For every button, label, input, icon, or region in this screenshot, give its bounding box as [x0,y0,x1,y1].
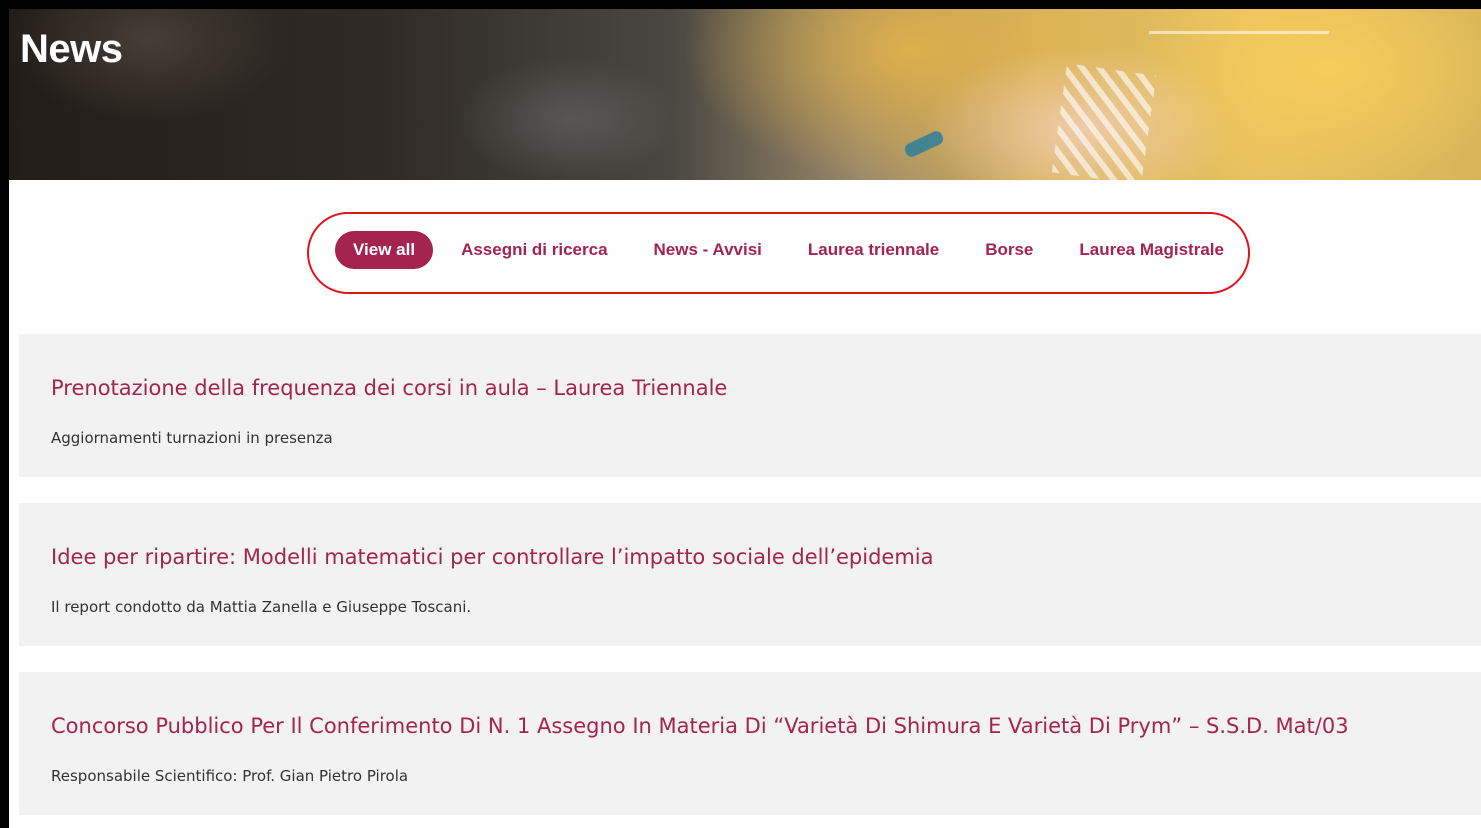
filter-laurea-magistrale[interactable]: Laurea Magistrale [1061,231,1242,269]
hero-decoration [1051,63,1157,180]
page: News View all Assegni di ricerca News - … [0,0,1481,828]
news-title-link[interactable]: Concorso Pubblico Per Il Conferimento Di… [51,714,1349,738]
category-filter-bar: View all Assegni di ricerca News - Avvis… [335,231,1252,269]
filter-news-avvisi[interactable]: News - Avvisi [636,231,780,269]
hero-banner: News [9,9,1481,180]
filter-laurea-triennale[interactable]: Laurea triennale [790,231,957,269]
hero-decoration [1149,31,1329,34]
filter-assegni-di-ricerca[interactable]: Assegni di ricerca [443,231,625,269]
filter-borse[interactable]: Borse [967,231,1051,269]
news-title-link[interactable]: Prenotazione della frequenza dei corsi i… [51,376,727,400]
news-card: Concorso Pubblico Per Il Conferimento Di… [19,672,1481,815]
news-title-link[interactable]: Idee per ripartire: Modelli matematici p… [51,545,934,569]
filter-view-all[interactable]: View all [335,231,434,269]
page-title: News [20,27,123,71]
news-card: Idee per ripartire: Modelli matematici p… [19,503,1481,646]
news-card: Prenotazione della frequenza dei corsi i… [19,334,1481,477]
news-excerpt: Responsabile Scientifico: Prof. Gian Pie… [51,767,409,785]
news-excerpt: Aggiornamenti turnazioni in presenza [51,429,333,447]
news-list: Prenotazione della frequenza dei corsi i… [19,334,1481,828]
news-excerpt: Il report condotto da Mattia Zanella e G… [51,598,472,616]
hero-decoration [902,129,946,159]
